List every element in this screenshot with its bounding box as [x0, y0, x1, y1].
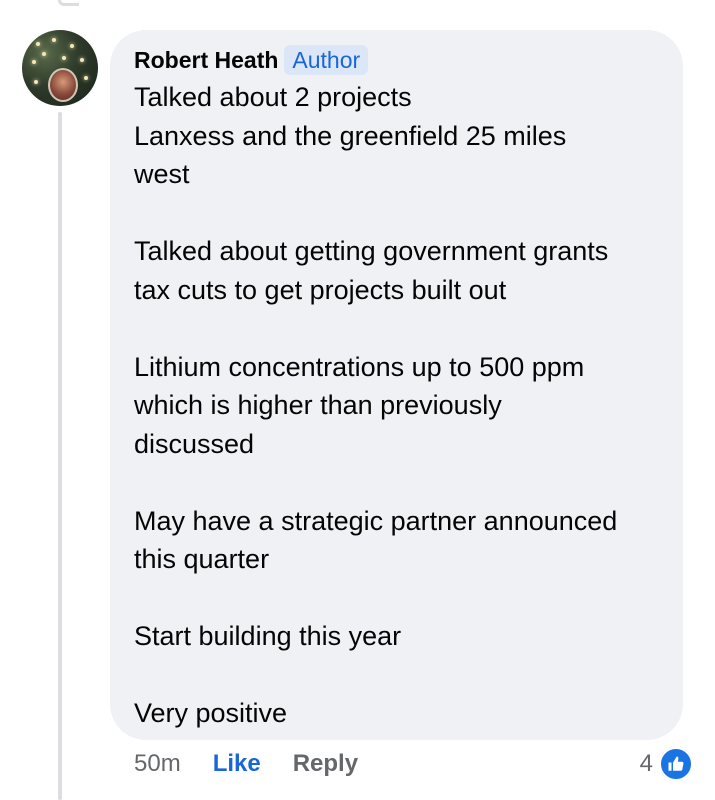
comment-body: Talked about 2 projects Lanxess and the g…	[134, 78, 674, 733]
reaction-count: 4	[639, 750, 653, 777]
comment-line: Talked about 2 projects	[134, 82, 412, 112]
comment-line: Lithium concentrations up to 500 ppm	[134, 351, 585, 382]
comment-line: this quarter	[134, 544, 270, 574]
comment-paragraph: Talked about getting government grants ta…	[134, 232, 674, 309]
comment-line: Very positive	[134, 698, 288, 728]
comment-paragraph: Lithium concentrations up to 500 ppm whic…	[134, 348, 674, 464]
comment-actions: 50m Like Reply	[134, 748, 358, 780]
comment-paragraph: Start building this year	[134, 617, 674, 656]
comment-line: Lanxess and the greenfield 25 miles	[134, 120, 567, 151]
thread-connector	[58, 0, 79, 6]
author-name[interactable]: Robert Heath	[134, 47, 278, 74]
comment-paragraph: Very positive	[134, 694, 674, 733]
reaction-summary[interactable]: 4	[640, 747, 693, 781]
comment-line: tax cuts to get projects built out	[134, 274, 507, 305]
comment-line: which is higher than previously	[134, 390, 502, 420]
comment-line: west	[134, 159, 190, 189]
comment-paragraph: May have a strategic partner announced th…	[134, 502, 674, 579]
comment-line: Start building this year	[134, 621, 402, 651]
thread-line	[58, 112, 62, 800]
avatar[interactable]	[22, 30, 98, 106]
author-badge: Author	[284, 45, 369, 75]
comment-thread: Robert Heath Author Talked about 2 proje…	[0, 0, 715, 800]
thumbs-up-icon	[659, 747, 693, 781]
comment-header: Robert Heath Author	[134, 44, 369, 76]
timestamp[interactable]: 50m	[134, 750, 181, 778]
comment-line: May have a strategic partner announced	[134, 505, 618, 536]
reply-button[interactable]: Reply	[293, 750, 358, 778]
comment-line: discussed	[134, 428, 255, 459]
like-button[interactable]: Like	[213, 750, 261, 778]
comment-paragraph: Talked about 2 projects Lanxess and the g…	[134, 78, 674, 194]
ornament-photo	[48, 68, 78, 102]
comment-line: Talked about getting government grants	[134, 236, 609, 266]
